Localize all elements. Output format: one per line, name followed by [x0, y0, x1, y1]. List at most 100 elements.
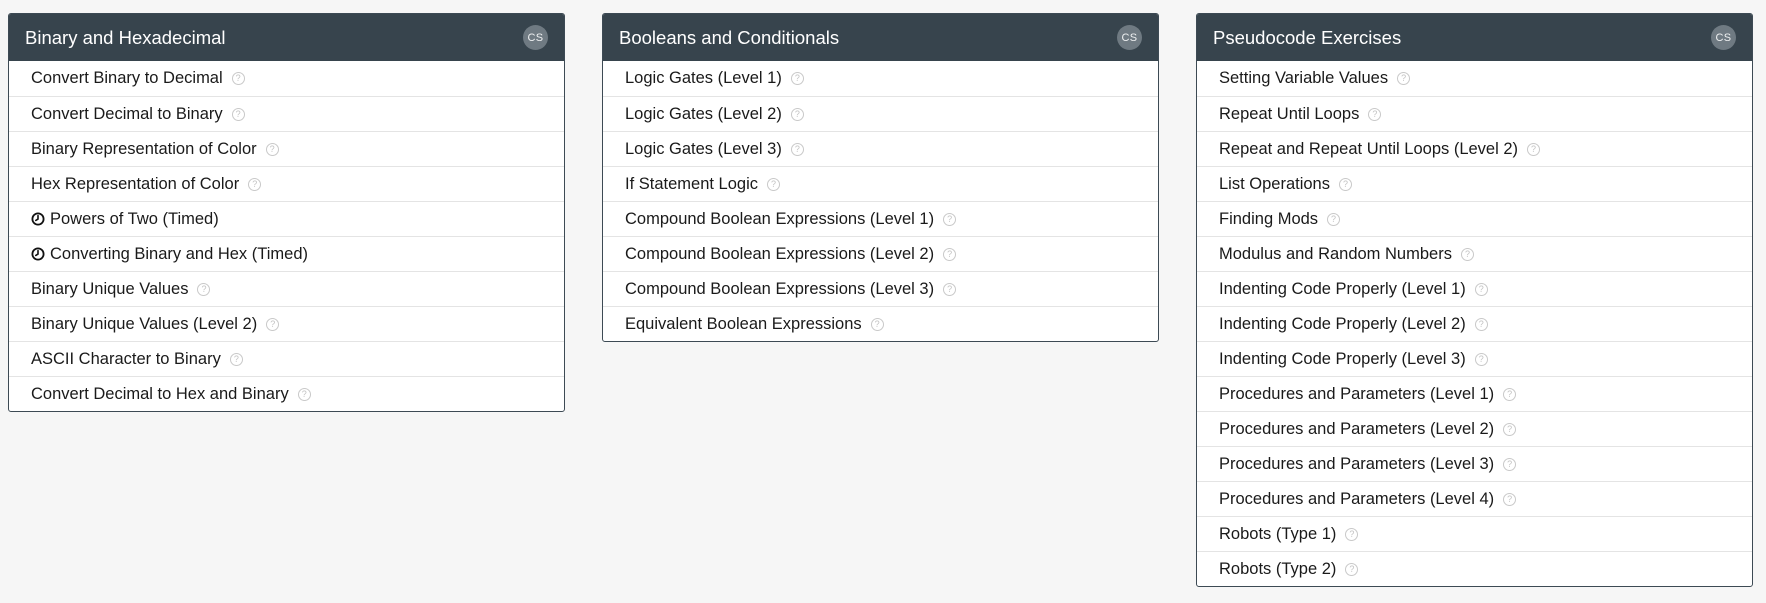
question-circle-icon[interactable]: ?	[1345, 562, 1359, 576]
exercise-item[interactable]: Logic Gates (Level 3)?	[603, 131, 1158, 166]
question-circle-icon[interactable]: ?	[197, 282, 211, 296]
exercise-label: Convert Decimal to Hex and Binary	[31, 384, 289, 403]
exercise-item[interactable]: Convert Decimal to Hex and Binary?	[9, 376, 564, 411]
exercise-label: Repeat Until Loops	[1219, 104, 1360, 123]
question-circle-icon[interactable]: ?	[767, 177, 780, 191]
cs-badge[interactable]: CS	[1117, 25, 1142, 50]
question-circle-icon[interactable]: ?	[229, 352, 243, 366]
panel-header: Pseudocode Exercises CS	[1197, 14, 1752, 61]
cs-badge[interactable]: CS	[1711, 25, 1736, 50]
panel-title: Pseudocode Exercises	[1213, 26, 1402, 48]
exercise-item[interactable]: Repeat and Repeat Until Loops (Level 2)?	[1197, 131, 1752, 166]
exercise-item[interactable]: Robots (Type 1)?	[1197, 516, 1752, 551]
exercise-label: Indenting Code Properly (Level 2)	[1219, 314, 1466, 333]
exercise-label: Logic Gates (Level 3)	[625, 139, 782, 158]
exercise-item[interactable]: ASCII Character to Binary?	[9, 341, 564, 376]
question-circle-icon[interactable]: ?	[1474, 317, 1488, 331]
exercise-label: Robots (Type 1)	[1219, 524, 1337, 543]
exercise-label: Finding Mods	[1219, 209, 1319, 228]
exercise-label: Logic Gates (Level 1)	[625, 69, 782, 87]
question-circle-icon[interactable]: ?	[943, 247, 957, 261]
question-circle-icon[interactable]: ?	[1397, 72, 1411, 85]
question-circle-icon[interactable]: ?	[943, 212, 957, 226]
exercise-label: Powers of Two (Timed)	[50, 209, 219, 228]
exercise-label: Converting Binary and Hex (Timed)	[50, 244, 308, 263]
exercise-label: Compound Boolean Expressions (Level 1)	[625, 209, 935, 228]
exercise-item[interactable]: Logic Gates (Level 2)?	[603, 96, 1158, 131]
exercise-label: Convert Binary to Decimal	[31, 69, 223, 87]
exercise-label: Compound Boolean Expressions (Level 2)	[625, 244, 935, 263]
question-circle-icon[interactable]: ?	[1503, 422, 1517, 436]
question-circle-icon[interactable]: ?	[870, 317, 884, 331]
question-circle-icon[interactable]: ?	[1503, 457, 1517, 471]
exercise-label: Convert Decimal to Binary	[31, 104, 223, 123]
exercise-item[interactable]: Indenting Code Properly (Level 1)?	[1197, 271, 1752, 306]
exercise-item[interactable]: Hex Representation of Color?	[9, 166, 564, 201]
exercise-item[interactable]: Binary Unique Values?	[9, 271, 564, 306]
panel-binary-hexadecimal: Binary and Hexadecimal CS Convert Binary…	[8, 13, 565, 412]
question-circle-icon[interactable]: ?	[1527, 142, 1541, 156]
clock-icon	[31, 212, 45, 226]
question-circle-icon[interactable]: ?	[1503, 387, 1517, 401]
question-circle-icon[interactable]: ?	[1368, 107, 1382, 121]
exercise-label: Indenting Code Properly (Level 1)	[1219, 279, 1466, 298]
question-circle-icon[interactable]: ?	[1327, 212, 1341, 226]
question-circle-icon[interactable]: ?	[1474, 352, 1488, 366]
exercise-item[interactable]: Finding Mods?	[1197, 201, 1752, 236]
exercise-label: Logic Gates (Level 2)	[625, 104, 782, 123]
question-circle-icon[interactable]: ?	[790, 142, 804, 156]
exercise-item[interactable]: Procedures and Parameters (Level 2)?	[1197, 411, 1752, 446]
exercise-item[interactable]: If Statement Logic?	[603, 166, 1158, 201]
exercise-item[interactable]: Procedures and Parameters (Level 3)?	[1197, 446, 1752, 481]
exercise-item[interactable]: Equivalent Boolean Expressions?	[603, 306, 1158, 341]
question-circle-icon[interactable]: ?	[1503, 492, 1517, 506]
exercise-item[interactable]: Converting Binary and Hex (Timed)	[9, 236, 564, 271]
question-circle-icon[interactable]: ?	[943, 282, 957, 296]
exercise-item[interactable]: Procedures and Parameters (Level 4)?	[1197, 481, 1752, 516]
question-circle-icon[interactable]: ?	[1345, 527, 1359, 541]
panel-title: Binary and Hexadecimal	[25, 26, 226, 48]
exercise-label: Procedures and Parameters (Level 2)	[1219, 419, 1495, 438]
exercise-item[interactable]: Convert Binary to Decimal?	[9, 61, 564, 96]
exercise-item[interactable]: Binary Unique Values (Level 2)?	[9, 306, 564, 341]
question-circle-icon[interactable]: ?	[266, 317, 280, 331]
question-circle-icon[interactable]: ?	[231, 107, 245, 121]
exercise-item[interactable]: Indenting Code Properly (Level 2)?	[1197, 306, 1752, 341]
question-circle-icon[interactable]: ?	[1460, 247, 1474, 261]
cs-badge[interactable]: CS	[523, 25, 548, 50]
exercise-item[interactable]: Repeat Until Loops?	[1197, 96, 1752, 131]
exercise-item[interactable]: Logic Gates (Level 1)?	[603, 61, 1158, 96]
panel-booleans-conditionals: Booleans and Conditionals CS Logic Gates…	[602, 13, 1159, 342]
question-circle-icon[interactable]: ?	[297, 387, 311, 401]
exercise-item[interactable]: Binary Representation of Color?	[9, 131, 564, 166]
exercise-item[interactable]: Convert Decimal to Binary?	[9, 96, 564, 131]
exercise-label: Binary Unique Values (Level 2)	[31, 314, 258, 333]
question-circle-icon[interactable]: ?	[265, 142, 279, 156]
exercise-label: Indenting Code Properly (Level 3)	[1219, 349, 1466, 368]
exercise-label: Procedures and Parameters (Level 4)	[1219, 489, 1495, 508]
question-circle-icon[interactable]: ?	[248, 177, 262, 191]
question-circle-icon[interactable]: ?	[790, 107, 804, 121]
exercise-label: Binary Unique Values	[31, 279, 189, 298]
exercise-item[interactable]: Modulus and Random Numbers?	[1197, 236, 1752, 271]
exercise-label: Hex Representation of Color	[31, 174, 240, 193]
exercise-item[interactable]: Robots (Type 2)?	[1197, 551, 1752, 586]
exercise-item[interactable]: Indenting Code Properly (Level 3)?	[1197, 341, 1752, 376]
question-circle-icon[interactable]: ?	[1474, 282, 1488, 296]
exercise-item[interactable]: Procedures and Parameters (Level 1)?	[1197, 376, 1752, 411]
exercise-item[interactable]: List Operations?	[1197, 166, 1752, 201]
exercise-label: Equivalent Boolean Expressions	[625, 314, 862, 333]
question-circle-icon[interactable]: ?	[231, 72, 245, 85]
exercise-item[interactable]: Setting Variable Values?	[1197, 61, 1752, 96]
exercise-item[interactable]: Compound Boolean Expressions (Level 3)?	[603, 271, 1158, 306]
exercise-label: Procedures and Parameters (Level 3)	[1219, 454, 1495, 473]
exercise-item[interactable]: Compound Boolean Expressions (Level 2)?	[603, 236, 1158, 271]
exercise-catalog: Binary and Hexadecimal CS Convert Binary…	[0, 0, 1766, 603]
question-circle-icon[interactable]: ?	[1338, 177, 1352, 191]
exercise-list: Convert Binary to Decimal? Convert Decima…	[9, 61, 564, 411]
exercise-item[interactable]: Powers of Two (Timed)	[9, 201, 564, 236]
panel-header: Binary and Hexadecimal CS	[9, 14, 564, 61]
question-circle-icon[interactable]: ?	[790, 72, 804, 85]
exercise-item[interactable]: Compound Boolean Expressions (Level 1)?	[603, 201, 1158, 236]
panel-pseudocode-exercises: Pseudocode Exercises CS Setting Variable…	[1196, 13, 1753, 587]
